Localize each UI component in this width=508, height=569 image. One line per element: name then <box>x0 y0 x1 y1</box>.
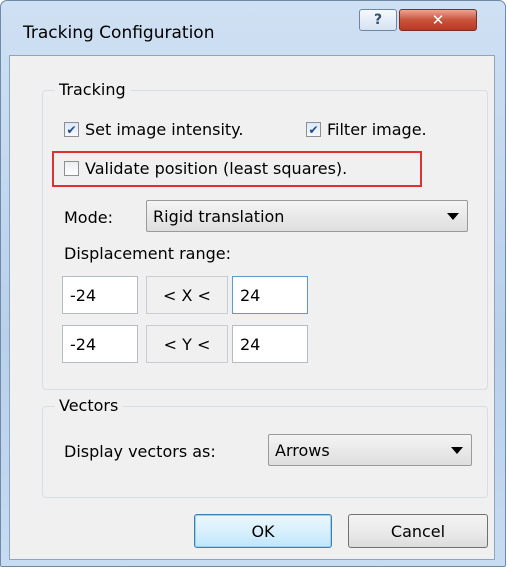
x-min-field[interactable]: -24 <box>62 276 138 314</box>
y-max-value: 24 <box>240 334 261 354</box>
chevron-down-icon <box>447 213 459 220</box>
tracking-legend: Tracking <box>55 80 130 99</box>
question-icon: ? <box>373 12 383 28</box>
dialog-window: Tracking Configuration ? ✕ Tracking ✔ Se… <box>0 0 506 567</box>
y-operator-label: < Y < <box>163 334 211 354</box>
validate-position-checkbox[interactable]: Validate position (least squares). <box>64 159 347 178</box>
validate-position-label: Validate position (least squares). <box>85 159 348 178</box>
mode-label: Mode: <box>64 208 113 227</box>
set-intensity-label: Set image intensity. <box>85 120 244 139</box>
cancel-button-label: Cancel <box>390 521 446 541</box>
displacement-range-label: Displacement range: <box>64 244 231 263</box>
set-intensity-checkbox[interactable]: ✔ Set image intensity. <box>64 120 243 139</box>
y-min-value: -24 <box>70 334 97 354</box>
x-max-value: 24 <box>240 285 261 305</box>
filter-image-label: Filter image. <box>327 120 427 139</box>
display-vectors-value: Arrows <box>275 440 330 460</box>
display-vectors-label: Display vectors as: <box>64 442 216 461</box>
close-button[interactable]: ✕ <box>399 9 477 31</box>
ok-button-label: OK <box>251 521 275 541</box>
close-icon: ✕ <box>431 11 445 29</box>
chevron-down-icon <box>451 447 463 454</box>
checkbox-checked-icon[interactable]: ✔ <box>306 122 321 137</box>
ok-button[interactable]: OK <box>194 514 332 548</box>
checkbox-checked-icon[interactable]: ✔ <box>64 122 79 137</box>
dialog-client-area: Tracking ✔ Set image intensity. ✔ Filter… <box>9 55 495 560</box>
cancel-button[interactable]: Cancel <box>348 514 488 548</box>
y-min-field[interactable]: -24 <box>62 325 138 363</box>
vectors-legend: Vectors <box>55 396 123 415</box>
title-bar[interactable]: Tracking Configuration ? ✕ <box>1 1 505 53</box>
x-min-value: -24 <box>70 285 97 305</box>
window-title: Tracking Configuration <box>23 23 215 43</box>
y-max-field[interactable]: 24 <box>232 325 308 363</box>
help-button[interactable]: ? <box>359 9 397 31</box>
display-vectors-select[interactable]: Arrows <box>268 434 472 466</box>
y-range-operator: < Y < <box>146 325 228 363</box>
x-operator-label: < X < <box>163 285 211 305</box>
mode-select[interactable]: Rigid translation <box>146 200 468 232</box>
checkbox-unchecked-icon[interactable] <box>64 161 79 176</box>
mode-value: Rigid translation <box>153 206 285 226</box>
x-range-operator: < X < <box>146 276 228 314</box>
filter-image-checkbox[interactable]: ✔ Filter image. <box>306 120 427 139</box>
x-max-field[interactable]: 24 <box>232 276 308 314</box>
